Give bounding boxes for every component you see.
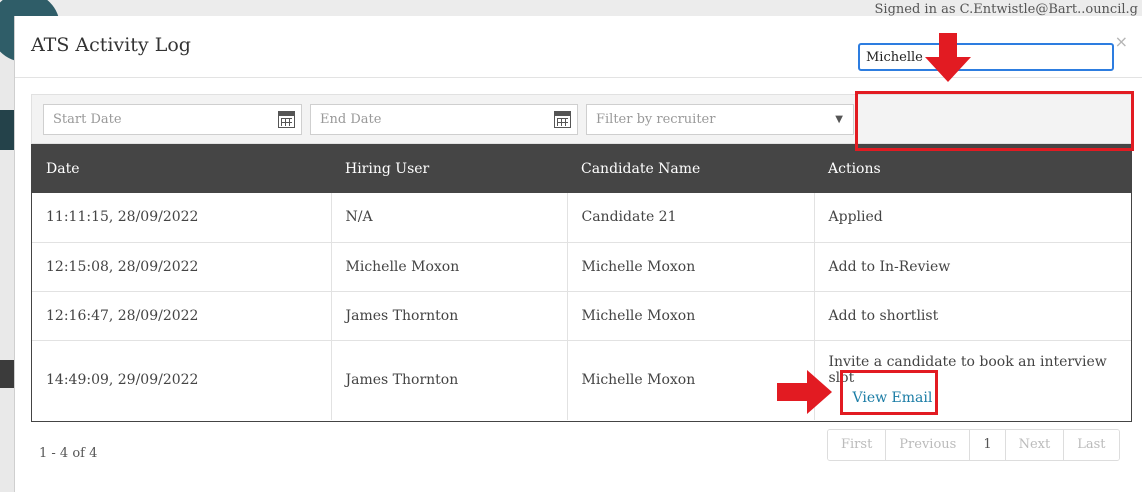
hiring-user-cell: N/A xyxy=(331,193,568,243)
start-date-field[interactable]: Start Date xyxy=(43,104,302,135)
column-header-actions[interactable]: Actions xyxy=(814,145,1131,193)
down-arrow-icon xyxy=(925,33,971,82)
hiring-user-cell: Michelle Moxon xyxy=(331,242,568,292)
pagination: First Previous 1 Next Last xyxy=(827,429,1120,461)
recruiter-placeholder: Filter by recruiter xyxy=(596,112,716,127)
column-header-date[interactable]: Date xyxy=(32,145,331,193)
action-cell: Applied xyxy=(814,193,1131,243)
calendar-icon[interactable] xyxy=(278,111,295,128)
record-count: 1 - 4 of 4 xyxy=(39,446,98,461)
action-cell: Add to shortlist xyxy=(814,291,1131,341)
candidate-cell: Michelle Moxon xyxy=(567,291,815,341)
signed-in-text: Signed in as C.Entwistle@Bart..ouncil.g xyxy=(874,2,1139,17)
background-sidebar-strip xyxy=(0,110,14,150)
candidate-cell: Candidate 21 xyxy=(567,193,815,243)
pagination-last-button[interactable]: Last xyxy=(1064,430,1119,460)
date-cell: 12:15:08, 28/09/2022 xyxy=(32,242,332,292)
table-row: 12:16:47, 28/09/2022 James Thornton Mich… xyxy=(32,291,1131,341)
date-cell: 11:11:15, 28/09/2022 xyxy=(32,193,332,243)
candidate-cell: Michelle Moxon xyxy=(567,242,815,292)
recruiter-select[interactable]: Filter by recruiter ▼ xyxy=(586,104,854,135)
pagination-page-1[interactable]: 1 xyxy=(970,430,1006,460)
background-sidebar-strip-2 xyxy=(0,360,14,388)
pagination-previous-button[interactable]: Previous xyxy=(886,430,971,460)
close-icon[interactable]: × xyxy=(1115,32,1128,51)
date-cell: 14:49:09, 29/09/2022 xyxy=(32,340,332,420)
pagination-first-button[interactable]: First xyxy=(828,430,887,460)
start-date-placeholder: Start Date xyxy=(53,112,122,127)
calendar-icon[interactable] xyxy=(554,111,571,128)
action-cell: Invite a candidate to book an interview … xyxy=(814,340,1131,420)
hiring-user-cell: James Thornton xyxy=(331,291,568,341)
table-row: 11:11:15, 28/09/2022 N/A Candidate 21 Ap… xyxy=(32,193,1131,243)
table-header-row: Date Hiring User Candidate Name Actions xyxy=(32,145,1131,193)
action-cell: Add to In-Review xyxy=(814,242,1131,292)
view-email-link[interactable]: View Email xyxy=(853,390,933,406)
end-date-placeholder: End Date xyxy=(320,112,382,127)
chevron-down-icon[interactable]: ▼ xyxy=(835,114,843,125)
pagination-next-button[interactable]: Next xyxy=(1005,430,1065,460)
action-text: Invite a candidate to book an interview … xyxy=(828,354,1107,387)
hiring-user-cell: James Thornton xyxy=(331,340,568,420)
end-date-field[interactable]: End Date xyxy=(310,104,578,135)
right-arrow-icon xyxy=(777,370,832,414)
table-row: 12:15:08, 28/09/2022 Michelle Moxon Mich… xyxy=(32,242,1131,292)
activity-log-modal: ATS Activity Log × Start Date End Date F… xyxy=(14,16,1142,492)
column-header-candidate-name[interactable]: Candidate Name xyxy=(567,145,814,193)
filter-panel: Start Date End Date Filter by recruiter … xyxy=(31,94,1132,144)
column-header-hiring-user[interactable]: Hiring User xyxy=(331,145,567,193)
search-input[interactable] xyxy=(858,43,1114,71)
date-cell: 12:16:47, 28/09/2022 xyxy=(32,291,332,341)
table-row: 14:49:09, 29/09/2022 James Thornton Mich… xyxy=(32,340,1131,420)
modal-title: ATS Activity Log xyxy=(31,34,191,56)
activity-table: Date Hiring User Candidate Name Actions … xyxy=(31,144,1132,422)
